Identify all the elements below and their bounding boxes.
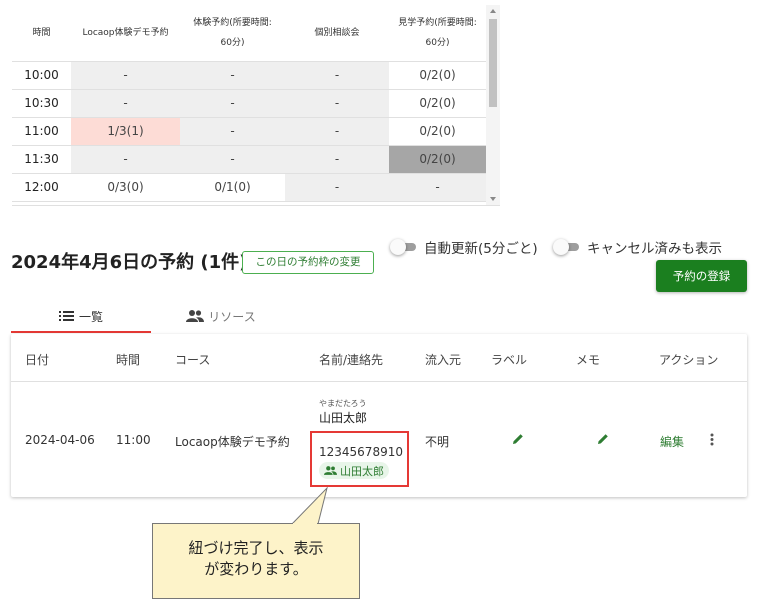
slot-cell[interactable]: 0/2(0): [389, 145, 486, 174]
slot-row: 10:30 - - - 0/2(0): [12, 89, 486, 118]
slot-cell[interactable]: 0/2(0): [389, 89, 486, 118]
slot-row: 12:00 0/3(0) 0/1(0) - -: [12, 173, 486, 202]
callout-line1: 紐づけ完了し、表示: [188, 539, 324, 557]
scroll-down-arrow-icon[interactable]: [490, 197, 496, 201]
show-cancelled-label: キャンセル済みも表示: [587, 241, 722, 257]
slot-cell[interactable]: -: [285, 61, 389, 90]
reservation-table-header: 日付 時間 コース 名前/連絡先 流入元 ラベル メモ アクション: [11, 334, 747, 382]
tab-resource-label: リソース: [208, 309, 256, 324]
slot-cell[interactable]: -: [285, 117, 389, 146]
slot-row: 11:00 1/3(1) - - 0/2(0): [12, 117, 486, 146]
slot-row: 11:30 - - - 0/2(0): [12, 145, 486, 174]
col-source: 流入元: [425, 353, 462, 367]
slot-table-panel: 時間 Locaop体験デモ予約 体験予約(所要時間: 60分) 個別相談会 見学…: [12, 5, 500, 206]
row-course: Locaop体験デモ予約: [175, 435, 290, 449]
slot-row: 10:00 - - - 0/2(0): [12, 61, 486, 90]
slot-cell[interactable]: -: [285, 145, 389, 174]
highlight-box: [310, 431, 409, 487]
more-vert-icon[interactable]: [710, 433, 714, 449]
slot-cell[interactable]: 0/2(0): [389, 117, 486, 146]
people-icon: [186, 310, 205, 322]
slot-cell[interactable]: 0/1(0): [180, 173, 285, 202]
switch-icon[interactable]: [390, 239, 416, 255]
slot-time: 11:30: [12, 145, 71, 174]
col-action: アクション: [659, 353, 719, 367]
col-label: ラベル: [491, 353, 528, 367]
col-header-locaop-demo: Locaop体験デモ予約: [71, 5, 180, 62]
row-source: 不明: [425, 435, 450, 449]
col-header-tour: 見学予約(所要時間: 60分): [389, 5, 486, 62]
slot-cell[interactable]: -: [180, 145, 285, 174]
slot-cell[interactable]: -: [71, 145, 180, 174]
slot-cell[interactable]: -: [180, 89, 285, 118]
tab-list-label: 一覧: [78, 309, 103, 324]
col-header-consultation: 個別相談会: [285, 5, 389, 62]
tab-list[interactable]: 一覧: [11, 300, 151, 332]
slot-cell[interactable]: -: [285, 173, 389, 202]
name-kana: やまだたろう: [319, 399, 367, 408]
auto-refresh-toggle[interactable]: 自動更新(5分ごと): [390, 237, 538, 257]
slot-cell[interactable]: -: [71, 89, 180, 118]
edit-link[interactable]: 編集: [660, 433, 684, 450]
register-reservation-button[interactable]: 予約の登録: [656, 260, 747, 292]
list-icon: [58, 311, 74, 321]
slot-cell[interactable]: -: [180, 117, 285, 146]
slot-time: 11:00: [12, 117, 71, 146]
row-name-contact: やまだたろう 山田太郎: [319, 396, 367, 426]
slot-time: 12:00: [12, 173, 71, 202]
col-course: コース: [175, 353, 211, 367]
tab-resource[interactable]: リソース: [151, 300, 291, 332]
show-cancelled-toggle[interactable]: キャンセル済みも表示: [553, 237, 722, 257]
scroll-up-arrow-icon[interactable]: [490, 9, 496, 13]
col-name-contact: 名前/連絡先: [319, 353, 384, 367]
callout-line2: が変わります。: [204, 560, 308, 578]
slot-cell[interactable]: 0/2(0): [389, 61, 486, 90]
col-time: 時間: [116, 353, 141, 367]
col-memo: メモ: [576, 353, 601, 367]
slot-table-scrollbar[interactable]: [486, 5, 500, 205]
row-time: 11:00: [116, 433, 151, 447]
label-edit-pencil-icon[interactable]: [511, 432, 525, 449]
customer-name: 山田太郎: [319, 411, 368, 425]
change-slot-button[interactable]: この日の予約枠の変更: [242, 251, 374, 274]
row-date: 2024-04-06: [25, 433, 95, 447]
col-header-trial: 体験予約(所要時間: 60分): [180, 5, 285, 62]
day-title: 2024年4月6日の予約 (1件): [11, 252, 248, 273]
slot-cell[interactable]: 0/3(0): [71, 173, 180, 202]
col-header-time: 時間: [12, 5, 71, 62]
auto-refresh-label: 自動更新(5分ごと): [424, 241, 538, 257]
slot-cell[interactable]: -: [389, 173, 486, 202]
slot-table: 時間 Locaop体験デモ予約 体験予約(所要時間: 60分) 個別相談会 見学…: [12, 5, 486, 202]
slot-time: 10:00: [12, 61, 71, 90]
slot-cell[interactable]: -: [180, 61, 285, 90]
col-date: 日付: [25, 353, 50, 367]
scroll-thumb[interactable]: [489, 19, 497, 107]
active-tab-indicator: [11, 331, 151, 333]
slot-cell[interactable]: -: [71, 61, 180, 90]
callout-note: 紐づけ完了し、表示 が変わります。: [152, 523, 360, 599]
slot-cell[interactable]: -: [285, 89, 389, 118]
slot-time: 10:30: [12, 89, 71, 118]
switch-icon[interactable]: [553, 239, 579, 255]
memo-edit-pencil-icon[interactable]: [596, 432, 610, 449]
slot-cell-booked[interactable]: 1/3(1): [71, 117, 180, 146]
